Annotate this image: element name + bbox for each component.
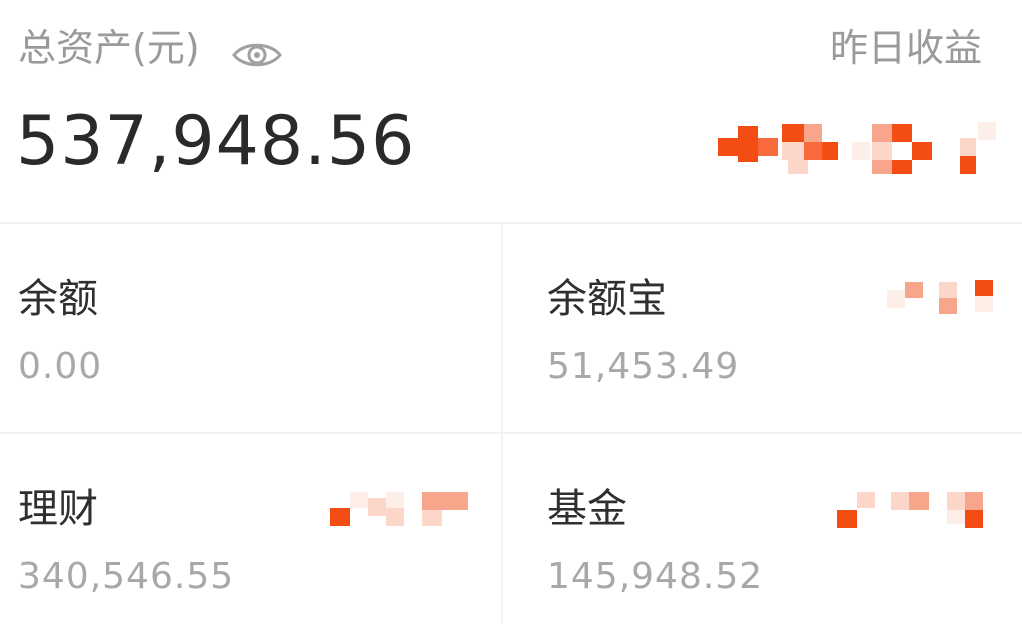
daily-income-mosaic <box>887 276 997 316</box>
daily-income-mosaic <box>330 488 475 536</box>
account-card-fund[interactable]: 基金 145,948.52 <box>503 434 1022 624</box>
account-title: 余额 <box>18 276 98 322</box>
account-title: 理财 <box>18 486 98 532</box>
account-value: 145,948.52 <box>547 556 764 597</box>
account-value: 51,453.49 <box>547 346 740 387</box>
account-value: 0.00 <box>18 346 103 387</box>
account-value: 340,546.55 <box>18 556 235 597</box>
total-assets-header: 总资产(元) <box>18 24 282 72</box>
account-title: 余额宝 <box>547 276 667 322</box>
eye-icon[interactable] <box>231 33 282 67</box>
account-card-yuebao[interactable]: 余额宝 51,453.49 <box>503 224 1022 432</box>
yesterday-income-mosaic <box>712 120 1002 176</box>
asset-summary: 总资产(元) 昨日收益 537,948.56 <box>0 0 1022 222</box>
account-title: 基金 <box>547 486 627 532</box>
daily-income-mosaic <box>837 488 1002 536</box>
total-assets-value: 537,948.56 <box>16 102 416 181</box>
yesterday-income-label[interactable]: 昨日收益 <box>830 24 982 72</box>
total-assets-label: 总资产(元) <box>18 26 200 70</box>
account-card-balance[interactable]: 余额 0.00 <box>0 224 500 432</box>
account-card-wealth[interactable]: 理财 340,546.55 <box>0 434 500 624</box>
